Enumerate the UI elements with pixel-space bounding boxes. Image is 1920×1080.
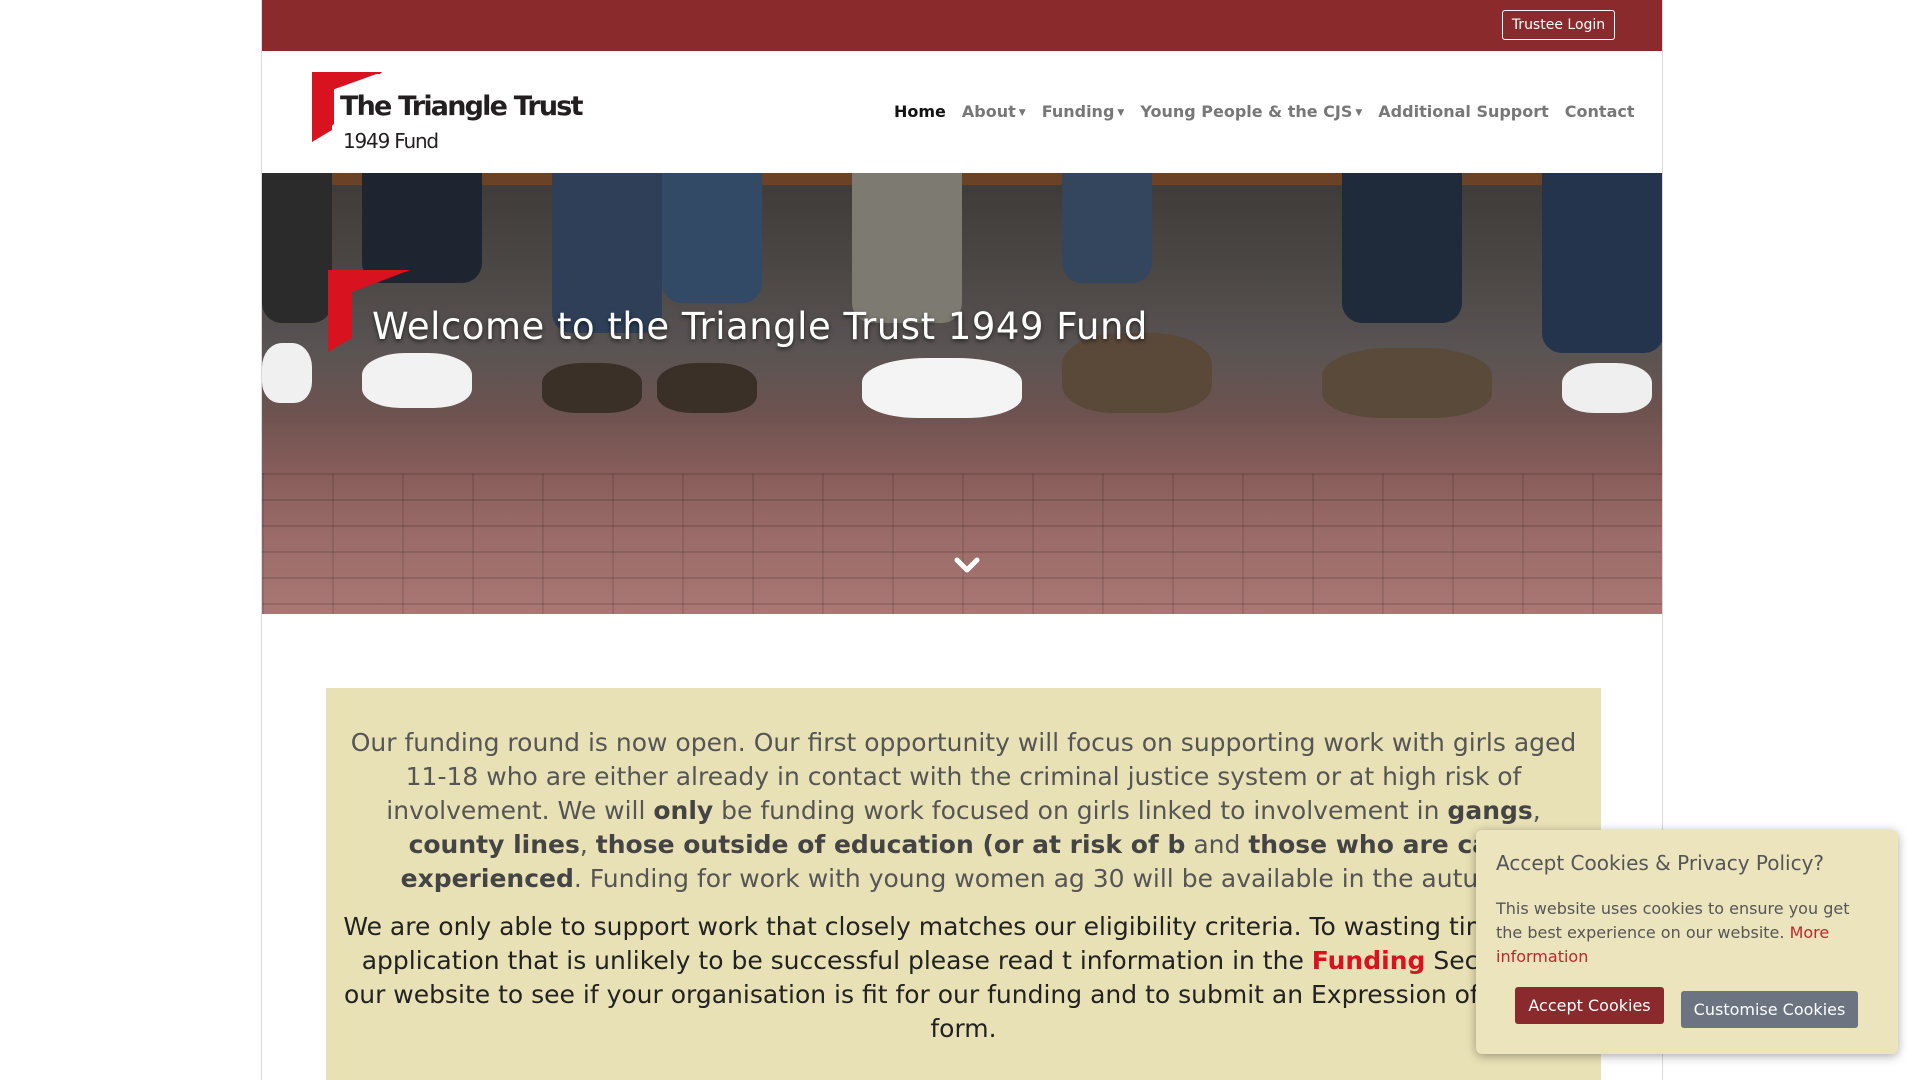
nav-about-label: About	[961, 102, 1016, 121]
nav-home-label: Home	[894, 102, 946, 121]
nav-contact[interactable]: Contact	[1557, 99, 1643, 125]
customise-cookies-button[interactable]: Customise Cookies	[1681, 991, 1858, 1028]
notice-emphasis: those outside of education (or at risk o…	[595, 830, 1186, 859]
hero-leg	[362, 173, 482, 283]
accept-cookies-button[interactable]: Accept Cookies	[1515, 987, 1664, 1024]
funding-link[interactable]: Funding	[1312, 946, 1426, 975]
cookie-title: Accept Cookies & Privacy Policy?	[1496, 851, 1825, 875]
hero-brick-floor	[262, 473, 1662, 614]
hero-leg	[1342, 173, 1462, 323]
nav-home[interactable]: Home	[886, 99, 954, 125]
nav-about[interactable]: About ▼	[954, 99, 1034, 125]
logo-subtitle: 1949 Fund	[343, 129, 439, 153]
hero-shoe	[1322, 348, 1492, 418]
nav-additional-support[interactable]: Additional Support	[1370, 99, 1557, 125]
notice-paragraph-2: We are only able to support work that cl…	[342, 910, 1585, 1046]
trustee-login-button[interactable]: Trustee Login	[1502, 10, 1615, 40]
hero-shoe	[262, 343, 312, 403]
caret-down-icon: ▼	[1117, 108, 1125, 118]
notice-text: and	[1185, 830, 1249, 859]
nav-funding[interactable]: Funding ▼	[1034, 99, 1133, 125]
notice-emphasis: gangs	[1447, 796, 1533, 825]
notice-text: be funding work focused on girls linked …	[713, 796, 1448, 825]
hero-leg	[262, 173, 332, 323]
caret-down-icon: ▼	[1355, 108, 1363, 118]
hero-shoe	[657, 363, 757, 413]
nav-funding-label: Funding	[1041, 102, 1115, 121]
cookie-consent-popup: Accept Cookies & Privacy Policy? This we…	[1476, 830, 1898, 1054]
notice-text: ,	[579, 830, 596, 859]
notice-text: ,	[1532, 796, 1541, 825]
hero-leg	[1062, 173, 1152, 283]
nav-additional-support-label: Additional Support	[1378, 102, 1549, 121]
nav-young-people-label: Young People & the CJS	[1140, 102, 1353, 121]
hero-shoe	[1562, 363, 1652, 413]
main-nav: Home About ▼ Funding ▼ Young People & the …	[886, 99, 1643, 125]
hero-banner: Welcome to the Triangle Trust 1949 Fund	[262, 173, 1662, 614]
nav-young-people-cjs[interactable]: Young People & the CJS ▼	[1132, 99, 1370, 125]
cookie-text: This website uses cookies to ensure you …	[1496, 897, 1878, 969]
hero-leg	[662, 173, 762, 303]
hero-shoe	[362, 353, 472, 408]
top-bar: Trustee Login	[262, 0, 1662, 51]
caret-down-icon: ▼	[1018, 108, 1026, 118]
logo-title: The Triangle Trust	[340, 91, 583, 122]
hero-title: Welcome to the Triangle Trust 1949 Fund	[372, 305, 1148, 348]
site-logo[interactable]: The Triangle Trust 1949 Fund	[312, 72, 583, 156]
hero-shoe	[862, 358, 1022, 418]
hero-shoe	[542, 363, 642, 413]
nav-contact-label: Contact	[1564, 102, 1635, 121]
notice-paragraph-1: Our funding round is now open. Our first…	[342, 726, 1585, 896]
page-container: Trustee Login The Triangle Trust 1949 Fu…	[261, 0, 1663, 1080]
funding-notice: Our funding round is now open. Our first…	[326, 688, 1601, 1080]
hero-leg	[1542, 173, 1662, 353]
notice-text: . Funding for work with young women ag 3…	[573, 864, 1527, 893]
notice-emphasis: county lines	[408, 830, 580, 859]
site-header: The Triangle Trust 1949 Fund Home About ▼…	[262, 51, 1662, 173]
hero-leg	[852, 173, 962, 323]
notice-emphasis: only	[653, 796, 714, 825]
chevron-down-icon[interactable]	[954, 556, 980, 574]
